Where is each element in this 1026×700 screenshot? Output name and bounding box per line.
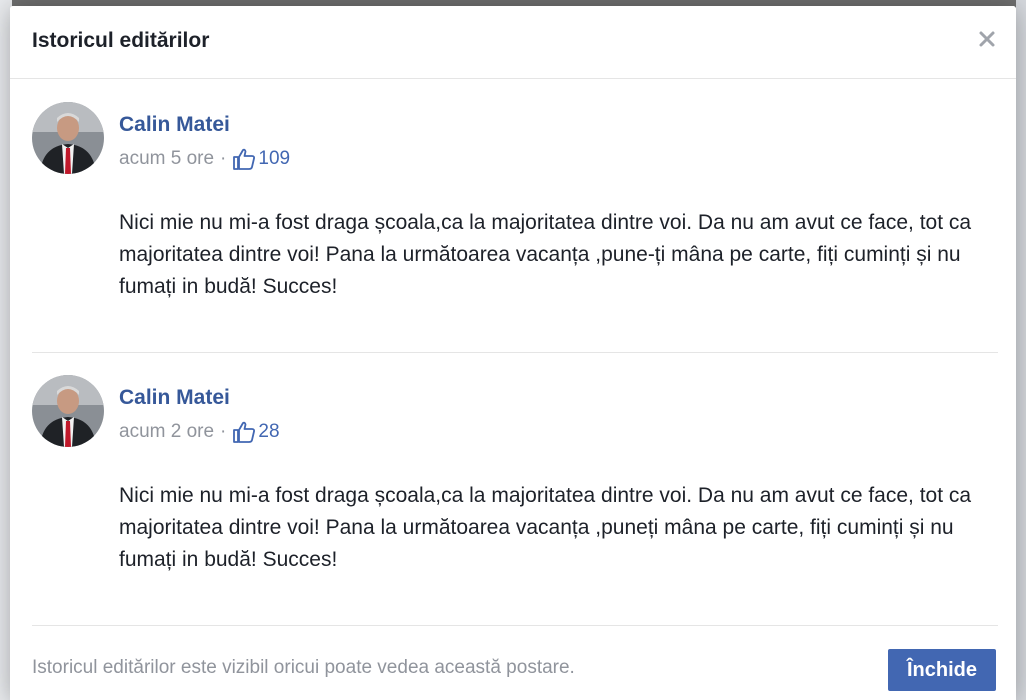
entry-meta: acum 5 ore · 109	[119, 147, 290, 171]
separator-dot: ·	[220, 421, 227, 442]
avatar[interactable]	[32, 102, 104, 174]
close-button[interactable]: Închide	[888, 649, 996, 691]
page-backdrop-right	[1016, 0, 1026, 700]
thumbs-up-icon[interactable]	[232, 147, 256, 171]
avatar[interactable]	[32, 375, 104, 447]
footer-note: Istoricul editărilor este vizibil oricui…	[32, 657, 575, 678]
author-name[interactable]: Calin Matei	[119, 386, 230, 410]
timestamp[interactable]: acum 5 ore	[119, 148, 214, 170]
separator-dot: ·	[220, 148, 227, 169]
divider	[32, 352, 998, 353]
close-icon[interactable]	[976, 28, 998, 50]
entry-meta: acum 2 ore · 28	[119, 420, 280, 444]
entry-text: Nici mie nu mi-a fost draga școala,ca la…	[119, 211, 972, 298]
dialog-header: Istoricul editărilor	[10, 6, 1016, 79]
like-count[interactable]: 28	[258, 421, 279, 443]
thumbs-up-icon[interactable]	[232, 420, 256, 444]
like-count[interactable]: 109	[258, 148, 290, 170]
dialog-title: Istoricul editărilor	[32, 29, 210, 52]
divider	[32, 625, 998, 626]
author-name[interactable]: Calin Matei	[119, 113, 230, 137]
entry-text: Nici mie nu mi-a fost draga școala,ca la…	[119, 484, 972, 571]
edit-history-dialog: Istoricul editărilor Calin Matei acum 5 …	[10, 6, 1016, 700]
timestamp[interactable]: acum 2 ore	[119, 421, 214, 443]
